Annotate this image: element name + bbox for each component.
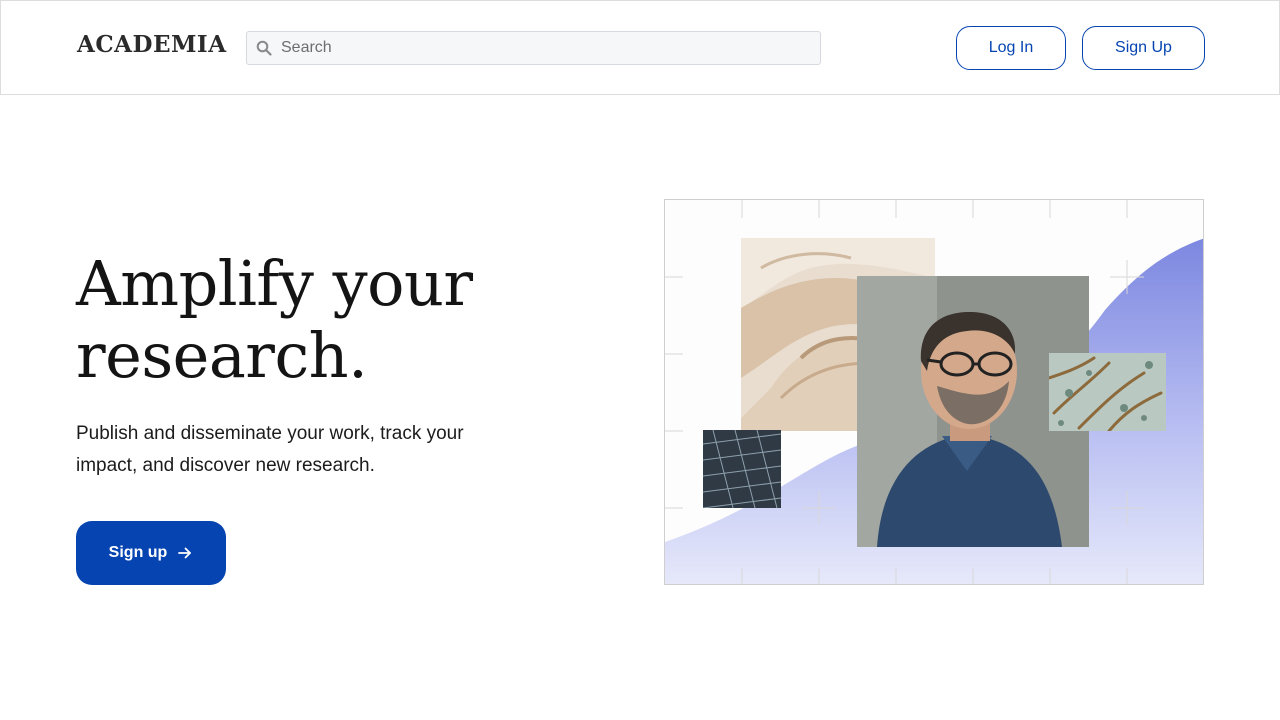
search-icon [256,40,272,56]
solar-panel-photo [703,430,781,508]
hero-title-line-2: research. [76,319,368,392]
hero-sign-up-label: Sign up [108,544,168,561]
search-input[interactable] [281,32,811,64]
arrow-right-icon [178,547,192,559]
hero-sign-up-button[interactable]: Sign up [76,521,226,585]
microscopy-photo [1049,353,1166,431]
search-box[interactable] [246,31,821,65]
academia-logo[interactable]: ACADEMIA [77,31,227,58]
hero-subtitle: Publish and disseminate your work, track… [76,423,464,476]
top-navigation-bar: ACADEMIA Log In Sign Up [0,0,1280,95]
hero-title: Amplify your research. [76,248,596,392]
hero-title-line-1: Amplify your [76,247,473,320]
sign-up-button[interactable]: Sign Up [1082,26,1205,70]
log-in-button[interactable]: Log In [956,26,1066,70]
hero-illustration [664,199,1204,585]
